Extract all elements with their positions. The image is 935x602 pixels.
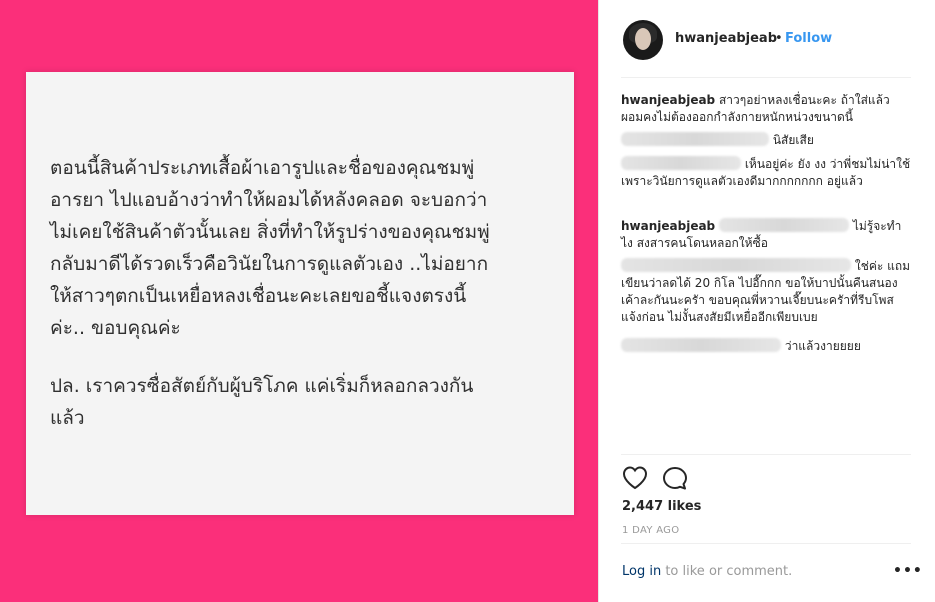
actions-divider (621, 454, 911, 455)
header-divider (621, 77, 911, 78)
comment-item: เห็นอยู่ค่ะ ยัง งง ว่าพี่ชมไม่น่าใช้เพรา… (621, 156, 911, 190)
comment-item: hwanjeabjeab ไม่รู้จะทำไง สงสารคนโดนหลอก… (621, 218, 911, 252)
comment-item: นิสัยเสีย (621, 132, 911, 149)
comment-text: ว่าแล้วงายยยย (784, 339, 861, 353)
action-icons (622, 466, 687, 490)
avatar[interactable] (623, 20, 663, 60)
comment-item: ใช่ค่ะ แถมเขียนว่าลดได้ 20 กิโล ไปอี๊กกก… (621, 258, 911, 326)
follow-button[interactable]: Follow (785, 31, 832, 46)
header-separator: • (775, 31, 783, 46)
login-prompt-text: to like or comment. (661, 564, 793, 579)
heart-icon[interactable] (622, 466, 648, 490)
header-username[interactable]: hwanjeabjeab (675, 31, 777, 46)
more-options-icon[interactable]: ••• (893, 563, 923, 579)
avatar-face (635, 28, 651, 50)
comment-item: ว่าแล้วงายยยย (621, 338, 911, 355)
likes-count[interactable]: 2,447 likes (622, 499, 701, 514)
redacted-username (621, 132, 769, 146)
login-link[interactable]: Log in (622, 564, 661, 579)
post-sidebar: hwanjeabjeab • Follow hwanjeabjeab สาวๆอ… (598, 0, 935, 602)
login-divider (621, 543, 911, 544)
redacted-username (621, 156, 741, 170)
instagram-post-view: ตอนนี้สินค้าประเภทเสื้อผ้าเอารูปและชื่อข… (0, 0, 935, 602)
post-paragraph-2: ปล. เราควรซื่อสัตย์กับผู้บริโภค แค่เริ่ม… (50, 375, 474, 429)
comment-username[interactable]: hwanjeabjeab (621, 93, 715, 107)
comment-username[interactable]: hwanjeabjeab (621, 219, 715, 233)
post-media[interactable]: ตอนนี้สินค้าประเภทเสื้อผ้าเอารูปและชื่อข… (0, 0, 598, 602)
post-header: hwanjeabjeab • Follow (599, 0, 935, 78)
redacted-username (621, 338, 781, 352)
post-timestamp: 1 DAY AGO (622, 525, 680, 536)
post-text-card: ตอนนี้สินค้าประเภทเสื้อผ้าเอารูปและชื่อข… (26, 72, 574, 515)
comment-icon[interactable] (663, 467, 687, 490)
login-prompt: Log in to like or comment. (622, 564, 792, 579)
post-paragraph-1: ตอนนี้สินค้าประเภทเสื้อผ้าเอารูปและชื่อข… (50, 157, 490, 339)
comment-text: นิสัยเสีย (772, 133, 814, 147)
comment-item: hwanjeabjeab สาวๆอย่าหลงเชื่อนะคะ ถ้าใส่… (621, 92, 911, 126)
redacted-mention (718, 218, 849, 232)
post-actions (622, 466, 703, 496)
redacted-username (621, 258, 851, 272)
